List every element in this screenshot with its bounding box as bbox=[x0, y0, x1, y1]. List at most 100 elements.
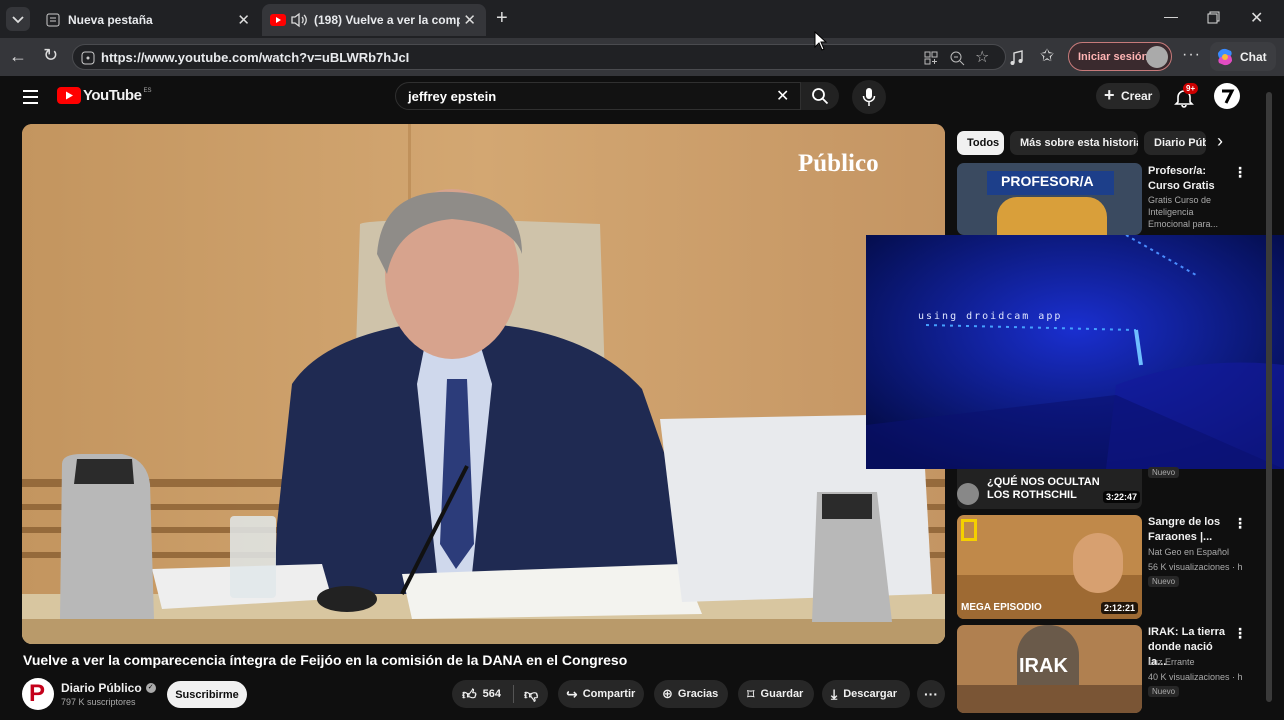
thumbnail-image bbox=[997, 197, 1107, 235]
notification-badge: 9+ bbox=[1183, 83, 1199, 94]
back-icon[interactable]: ← bbox=[9, 46, 27, 67]
like-count[interactable]: 564 bbox=[483, 688, 501, 700]
close-tab-icon[interactable]: ✕ bbox=[463, 11, 476, 29]
download-button[interactable]: ⤓ Descargar bbox=[822, 680, 910, 708]
more-menu-icon[interactable]: ··· bbox=[1182, 46, 1201, 64]
list-item-meta: Emocional para... bbox=[1148, 219, 1219, 229]
account-icon bbox=[1222, 89, 1235, 104]
kebab-menu-icon[interactable]: ⋮ bbox=[1233, 625, 1247, 642]
close-window-icon[interactable]: ✕ bbox=[1250, 8, 1263, 28]
list-item-title[interactable]: Profesor/a: Curso Gratis bbox=[1148, 164, 1232, 194]
save-label: Guardar bbox=[760, 688, 804, 700]
like-icon[interactable]: 👍︎ bbox=[462, 686, 477, 703]
search-input[interactable]: jeffrey epstein ✕ bbox=[395, 82, 801, 110]
subscribe-button[interactable]: Suscribirme bbox=[167, 681, 247, 708]
video-frame bbox=[22, 124, 945, 644]
bookmark-icon: ⌑ bbox=[747, 685, 755, 702]
save-button[interactable]: ⌑ Guardar bbox=[738, 680, 814, 708]
kebab-menu-icon[interactable]: ⋮ bbox=[1233, 515, 1247, 532]
emblem-icon bbox=[957, 483, 979, 505]
thumbnail-ground bbox=[957, 685, 1142, 713]
scrollbar[interactable] bbox=[1266, 92, 1272, 702]
video-title: Vuelve a ver la comparecencia íntegra de… bbox=[23, 652, 628, 668]
overlay-caption: using droidcam app bbox=[918, 311, 1063, 322]
chip-more-story[interactable]: Más sobre esta historia bbox=[1010, 131, 1138, 155]
list-item-thumbnail[interactable]: IRAK bbox=[957, 625, 1142, 713]
channel-name: Diario Público bbox=[61, 681, 142, 695]
search-button[interactable] bbox=[801, 82, 839, 110]
music-icon[interactable] bbox=[1008, 49, 1026, 67]
site-info-icon[interactable] bbox=[81, 51, 95, 65]
copilot-chat-button[interactable]: Chat bbox=[1210, 42, 1276, 71]
new-badge: Nuevo bbox=[1148, 467, 1180, 478]
share-label: Compartir bbox=[582, 688, 636, 700]
share-button[interactable]: ↪ Compartir bbox=[558, 680, 644, 708]
notifications-button[interactable]: 9+ bbox=[1174, 83, 1199, 109]
list-item-meta: 40 K visualizaciones · h bbox=[1148, 672, 1243, 682]
chip-channel[interactable]: Diario Públ bbox=[1144, 131, 1206, 155]
chevron-right-icon[interactable]: › bbox=[1217, 131, 1223, 152]
list-item-thumbnail[interactable]: MEGA EPISODIO 2:12:21 bbox=[957, 515, 1142, 619]
youtube-favicon-icon bbox=[270, 14, 286, 26]
download-icon: ⤓ bbox=[831, 685, 838, 702]
new-tab-icon[interactable]: + bbox=[496, 7, 508, 30]
apps-icon[interactable] bbox=[923, 50, 939, 66]
list-item-meta: Inteligencia bbox=[1148, 207, 1194, 217]
new-badge: Nuevo bbox=[1148, 576, 1180, 587]
chat-label: Chat bbox=[1240, 49, 1267, 64]
list-item-meta: Luz Errante bbox=[1148, 657, 1195, 667]
speaker-icon[interactable] bbox=[290, 12, 308, 28]
kebab-menu-icon[interactable]: ⋮ bbox=[1233, 164, 1247, 181]
tab-new-tab[interactable]: Nueva pestaña ✕ bbox=[36, 4, 260, 36]
thumbnail-text: ¿QUÉ NOS OCULTAN LOS ROTHSCHIL bbox=[987, 476, 1100, 501]
channel-name-row[interactable]: Diario Público ✓ bbox=[61, 681, 156, 695]
minimize-icon[interactable]: — bbox=[1164, 8, 1178, 24]
list-item-thumbnail[interactable]: ¿QUÉ NOS OCULTAN LOS ROTHSCHIL 3:22:47 bbox=[957, 469, 1142, 509]
thanks-button[interactable]: ⊕ Gracias bbox=[654, 680, 728, 708]
verified-icon: ✓ bbox=[145, 683, 156, 693]
chip-all[interactable]: Todos bbox=[957, 131, 1004, 155]
voice-search-button[interactable] bbox=[852, 80, 886, 114]
signin-button[interactable]: Iniciar sesión bbox=[1068, 42, 1172, 71]
overlay-frame bbox=[866, 235, 1284, 469]
avatar[interactable] bbox=[1214, 83, 1240, 109]
favorites-icon[interactable]: ✩ bbox=[1040, 46, 1054, 66]
youtube-logo[interactable]: YouTube ES bbox=[57, 87, 151, 104]
address-bar[interactable]: https://www.youtube.com/watch?v=uBLWRb7h… bbox=[72, 44, 1006, 70]
thumbnail-text: MEGA EPISODIO bbox=[961, 602, 1042, 613]
list-item-thumbnail[interactable]: PROFESOR/A bbox=[957, 163, 1142, 235]
download-label: Descargar bbox=[843, 688, 898, 700]
favorite-star-icon[interactable]: ☆ bbox=[975, 47, 989, 67]
hamburger-menu-icon[interactable] bbox=[22, 89, 40, 105]
tab-title: (198) Vuelve a ver la compare bbox=[314, 13, 460, 27]
tab-list-button[interactable] bbox=[6, 7, 30, 31]
thumbnail-text: IRAK bbox=[1019, 655, 1068, 677]
video-player[interactable]: Público bbox=[22, 124, 945, 644]
close-tab-icon[interactable]: ✕ bbox=[237, 11, 250, 29]
subscribe-label: Suscribirme bbox=[175, 688, 239, 701]
zoom-icon[interactable] bbox=[949, 50, 965, 66]
signin-label: Iniciar sesión bbox=[1078, 50, 1149, 63]
chevron-down-icon bbox=[12, 16, 24, 24]
microphone-icon bbox=[862, 88, 876, 106]
chip-label: Diario Públ bbox=[1154, 137, 1206, 149]
natgeo-logo-icon bbox=[961, 519, 977, 541]
dislike-icon[interactable]: 👎︎ bbox=[524, 686, 538, 703]
clear-search-icon[interactable]: ✕ bbox=[776, 86, 789, 106]
video-duration: 3:22:47 bbox=[1103, 491, 1141, 503]
thanks-label: Gracias bbox=[677, 688, 719, 700]
profile-avatar bbox=[1146, 46, 1168, 68]
youtube-masthead: YouTube ES jeffrey epstein ✕ + Crear 9+ bbox=[0, 76, 1284, 120]
list-item-meta: Nat Geo en Español bbox=[1148, 547, 1230, 557]
create-button[interactable]: + Crear bbox=[1096, 83, 1160, 109]
url-text: https://www.youtube.com/watch?v=uBLWRb7h… bbox=[101, 50, 410, 65]
like-dislike-group: 👍︎ 564 👎︎ bbox=[452, 680, 548, 708]
more-actions-icon[interactable]: ··· bbox=[917, 680, 945, 708]
list-item-title[interactable]: Sangre de los Faraones |... bbox=[1148, 515, 1232, 545]
channel-logo-icon: P bbox=[29, 680, 46, 707]
reload-icon[interactable]: ↻ bbox=[43, 45, 58, 66]
tab-youtube[interactable]: (198) Vuelve a ver la compare ✕ bbox=[262, 4, 486, 36]
create-label: Crear bbox=[1121, 89, 1153, 103]
channel-avatar[interactable]: P bbox=[22, 678, 54, 710]
restore-icon[interactable] bbox=[1207, 11, 1220, 24]
